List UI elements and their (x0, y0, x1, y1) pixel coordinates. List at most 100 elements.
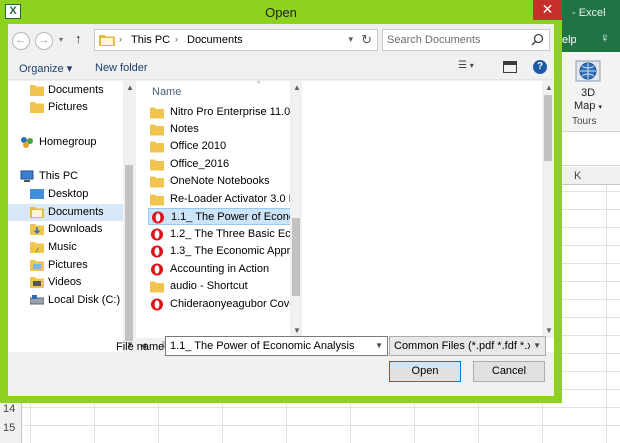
folder-icon (150, 107, 164, 119)
3d-map-label: 3D Map ▾ (564, 87, 612, 114)
nav-item-videos[interactable]: Videos (8, 274, 123, 291)
breadcrumb-documents[interactable]: Documents (187, 34, 243, 46)
search-input[interactable] (387, 33, 527, 47)
nav-item-music[interactable]: ♪ Music (8, 239, 123, 256)
nav-item-pictures[interactable]: Pictures (8, 99, 123, 116)
list-item[interactable]: 1.3_ The Economic Approac (148, 243, 300, 260)
help-icon[interactable]: ? (533, 60, 547, 74)
file-name: 1.1_ The Power of Economic (171, 211, 300, 223)
folder-icon (150, 176, 164, 188)
file-type-value: Common Files (*.pdf *.fdf *.xfdf (394, 340, 530, 352)
3d-map-label-line1: 3D (580, 87, 596, 99)
pictures-folder-icon (30, 260, 44, 271)
list-item[interactable]: OneNote Notebooks (148, 173, 300, 190)
chevron-down-icon: ▾ (469, 61, 474, 70)
row-header-15[interactable]: 15 (3, 422, 15, 434)
file-list-scrollbar-thumb[interactable] (292, 218, 300, 296)
list-item[interactable]: Re-Loader Activator 3.0 Beta (148, 191, 300, 208)
opera-icon (151, 298, 163, 311)
excel-title: - Excel (572, 7, 606, 19)
opera-icon (151, 228, 163, 241)
list-item[interactable]: 1.2_ The Three Basic Econom (148, 226, 300, 243)
breadcrumb-separator-icon: › (119, 34, 122, 44)
column-header-k[interactable]: K (574, 170, 581, 182)
formula-bar[interactable] (556, 132, 620, 166)
lightbulb-icon[interactable]: ♀ (600, 30, 610, 45)
file-name-field[interactable]: ▼ (165, 336, 388, 356)
scroll-down-icon[interactable]: ▼ (545, 326, 553, 335)
nav-item-documents-selected[interactable]: Documents (8, 204, 123, 221)
chevron-down-icon[interactable]: ▾ (348, 34, 353, 45)
3d-map-button[interactable]: 3D Map ▾ (564, 56, 612, 116)
folder-icon (150, 141, 164, 153)
scroll-up-icon[interactable]: ▲ (545, 83, 553, 92)
nav-item-label: This PC (39, 170, 79, 182)
cancel-button[interactable]: Cancel (473, 361, 545, 382)
nav-pane-scrollbar-thumb[interactable] (125, 165, 133, 341)
forward-button[interactable]: → (35, 32, 53, 50)
globe-icon (575, 60, 601, 82)
nav-item-homegroup[interactable]: Homegroup (8, 134, 123, 151)
nav-item-pictures-pc[interactable]: Pictures (8, 257, 123, 274)
organize-button[interactable]: Organize ▾ (19, 62, 72, 75)
nav-item-this-pc[interactable]: This PC (8, 168, 123, 185)
homegroup-icon (21, 137, 33, 148)
refresh-icon[interactable]: ↻ (361, 32, 372, 48)
nav-item-desktop[interactable]: Desktop (8, 186, 123, 203)
list-item[interactable]: Chideraonyeagubor Coverle (148, 296, 300, 313)
folder-icon (150, 281, 164, 293)
breadcrumb-this-pc[interactable]: This PC (131, 34, 170, 46)
tab-help[interactable]: elp (562, 34, 577, 46)
file-list-pane: Name ^ Nitro Pro Enterprise 11.0.1.10 No… (136, 81, 554, 352)
up-arrow-icon[interactable]: ↑ (75, 31, 82, 46)
recent-locations-chevron-icon[interactable]: ▾ (59, 35, 63, 44)
nav-item-label: Documents (48, 206, 104, 218)
opera-icon (152, 211, 164, 224)
file-name: 1.3_ The Economic Approac (170, 245, 300, 257)
search-icon[interactable] (531, 33, 544, 46)
list-item[interactable]: Notes (148, 121, 300, 138)
open-button[interactable]: Open (389, 361, 461, 382)
nav-item-label: Pictures (48, 101, 88, 113)
file-list-scrollbar[interactable] (290, 81, 302, 338)
folder-icon (30, 102, 44, 113)
list-item[interactable]: Nitro Pro Enterprise 11.0.1.10 (148, 104, 300, 121)
nav-item-label: Homegroup (39, 136, 97, 148)
list-item[interactable]: audio - Shortcut (148, 278, 300, 295)
tours-group-label: Tours (572, 116, 597, 127)
file-name: Nitro Pro Enterprise 11.0.1.10 (170, 106, 300, 118)
scroll-down-icon[interactable]: ▼ (293, 326, 301, 335)
dialog-title-bar[interactable]: X Open ✕ (0, 0, 562, 24)
chevron-down-icon[interactable]: ▼ (375, 341, 383, 350)
row-header-14[interactable]: 14 (3, 403, 15, 415)
breadcrumb-separator-icon: › (175, 34, 178, 44)
scroll-up-icon[interactable]: ▲ (293, 83, 301, 92)
list-item[interactable]: Accounting in Action (148, 261, 300, 278)
folder-icon (30, 85, 44, 96)
scroll-up-icon[interactable]: ▲ (126, 83, 134, 92)
chevron-down-icon[interactable]: ▼ (533, 341, 541, 350)
music-folder-icon: ♪ (30, 242, 44, 253)
close-button[interactable]: ✕ (533, 0, 562, 20)
address-bar[interactable]: › This PC › Documents ▾ ↻ (94, 29, 378, 51)
nav-item-documents[interactable]: Documents (8, 82, 123, 99)
search-box[interactable] (382, 29, 550, 51)
column-header-name[interactable]: Name (152, 86, 181, 98)
back-button[interactable]: ← (12, 32, 30, 50)
nav-item-downloads[interactable]: Downloads (8, 221, 123, 238)
folder-icon (150, 124, 164, 136)
list-item[interactable]: Office_2016 (148, 156, 300, 173)
3d-map-label-text: Map (574, 100, 596, 112)
file-name-input[interactable] (170, 340, 366, 352)
file-name: OneNote Notebooks (170, 175, 270, 187)
folder-icon (150, 159, 164, 171)
preview-pane-icon[interactable] (503, 61, 517, 73)
file-type-select[interactable]: Common Files (*.pdf *.fdf *.xfdf ▼ (389, 336, 546, 356)
preview-scrollbar-thumb[interactable] (544, 95, 552, 161)
list-item[interactable]: Office 2010 (148, 138, 300, 155)
file-name: Re-Loader Activator 3.0 Beta (170, 193, 300, 205)
list-item-selected[interactable]: 1.1_ The Power of Economic (148, 208, 300, 225)
nav-item-local-disk[interactable]: Local Disk (C:) (8, 292, 123, 309)
new-folder-button[interactable]: New folder (95, 62, 148, 74)
change-view-button[interactable]: ☰ ▾ (458, 60, 488, 76)
